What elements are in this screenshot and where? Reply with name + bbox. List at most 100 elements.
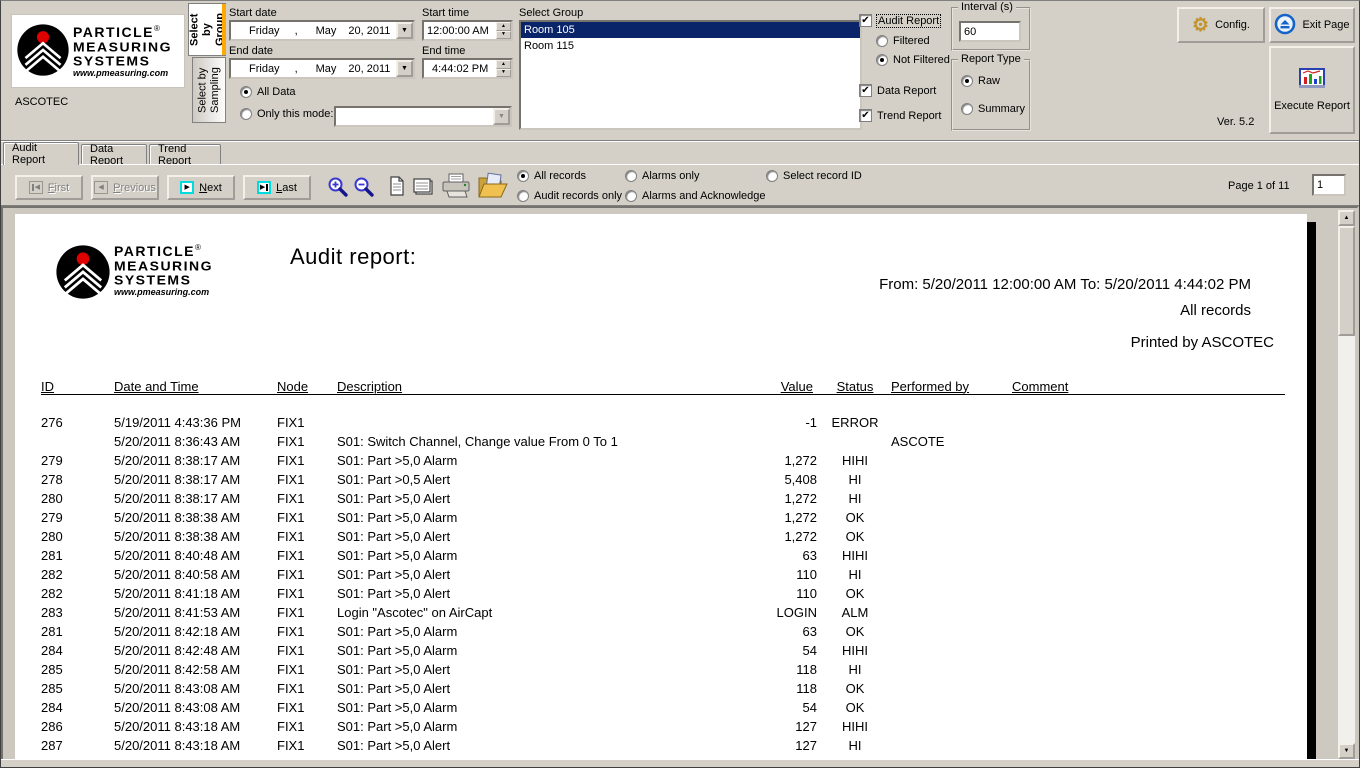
cell-description: S01: Part >0,5 Alert [337, 470, 741, 489]
spin-down-icon: ▼ [501, 70, 506, 75]
data-report-checkbox[interactable]: ✔ Data Report [859, 84, 936, 97]
cell-date-time: 5/20/2011 8:38:17 AM [114, 451, 277, 470]
start-date-dropdown-button[interactable]: ▼ [396, 22, 413, 39]
page-number-input[interactable] [1312, 174, 1346, 196]
raw-radio[interactable]: Raw [961, 75, 1000, 87]
only-this-mode-dropdown-button[interactable]: ▼ [493, 108, 510, 125]
next-page-button[interactable]: ▶ Next [167, 175, 235, 200]
logged-in-user: ASCOTEC [15, 96, 68, 108]
spin-down-button[interactable]: ▼ [496, 31, 511, 40]
trend-report-label: Trend Report [877, 110, 941, 122]
cell-value: -1 [741, 413, 819, 432]
scroll-down-button[interactable]: ▼ [1338, 743, 1355, 759]
select-group-list[interactable]: Room 105Room 115 [519, 20, 862, 130]
cell-comment [1012, 565, 1285, 584]
only-this-mode-combo[interactable]: ▼ [334, 106, 512, 127]
trend-report-checkbox[interactable]: ✔ Trend Report [859, 109, 941, 122]
interval-input[interactable] [959, 21, 1021, 42]
cell-id: 284 [41, 641, 114, 660]
vertical-scrollbar[interactable]: ▲ ▼ [1338, 210, 1355, 759]
exit-page-label: Exit Page [1302, 19, 1349, 31]
cell-value: 127 [741, 736, 819, 755]
exit-page-button[interactable]: Exit Page [1269, 7, 1355, 43]
start-date-dayyear: 20, 2011 [348, 25, 390, 37]
open-folder-icon[interactable] [477, 171, 509, 204]
table-row: 2875/20/2011 8:43:18 AMFIX1S01: Part >5,… [41, 736, 1285, 755]
cell-comment [1012, 660, 1285, 679]
spin-up-button[interactable]: ▲ [496, 60, 511, 69]
logo-line-2: MEASURING [114, 260, 213, 273]
spacer-row [41, 394, 1285, 413]
cell-id: 281 [41, 546, 114, 565]
spin-down-button[interactable]: ▼ [496, 69, 511, 78]
only-this-mode-radio[interactable]: Only this mode: [240, 108, 333, 120]
multi-page-view-icon[interactable] [413, 178, 433, 198]
select-record-id-radio[interactable]: Select record ID [766, 170, 862, 182]
audit-report-checkbox[interactable]: ✔ Audit Report [859, 14, 940, 27]
spin-up-icon: ▲ [501, 24, 506, 29]
cell-status: HIHI [819, 641, 891, 660]
filtered-radio[interactable]: Filtered [876, 35, 930, 47]
previous-page-button[interactable]: ◀ Previous [91, 175, 159, 200]
cell-value: LOGIN [741, 603, 819, 622]
cell-node: FIX1 [277, 660, 337, 679]
spin-up-button[interactable]: ▲ [496, 22, 511, 31]
cell-performed-by [891, 489, 1012, 508]
cell-performed-by [891, 641, 1012, 660]
not-filtered-radio[interactable]: Not Filtered [876, 54, 950, 66]
tab-data-report[interactable]: Data Report [81, 144, 147, 164]
side-tab-select-by-sampling[interactable]: Select by Sampling [192, 57, 226, 123]
end-date-month: May [316, 63, 337, 75]
first-icon: ◀ [29, 181, 43, 194]
list-item-group[interactable]: Room 105 [521, 22, 860, 38]
cell-comment [1012, 736, 1285, 755]
cell-node: FIX1 [277, 679, 337, 698]
summary-radio[interactable]: Summary [961, 103, 1025, 115]
zoom-out-icon[interactable] [353, 176, 375, 201]
end-time-field[interactable]: 4:44:02 PM ▲ ▼ [422, 58, 513, 79]
end-date-dropdown-button[interactable]: ▼ [396, 60, 413, 77]
last-page-button[interactable]: ▶ Last [243, 175, 311, 200]
tab-audit-report[interactable]: Audit Report [3, 142, 79, 165]
single-page-view-icon[interactable] [389, 176, 405, 199]
start-date-combo[interactable]: Friday , May 20, 2011 ▼ [229, 20, 415, 41]
col-header-status: Status [819, 374, 891, 394]
cell-description: S01: Part >5,0 Alarm [337, 508, 741, 527]
cell-performed-by [891, 527, 1012, 546]
report-toolbar: ◀ First ◀ Previous ▶ Next ▶ Last [1, 164, 1359, 206]
tab-trend-report[interactable]: Trend Report [149, 144, 221, 164]
data-report-label: Data Report [877, 85, 936, 97]
cell-node: FIX1 [277, 451, 337, 470]
cell-performed-by [891, 470, 1012, 489]
scroll-up-button[interactable]: ▲ [1338, 210, 1355, 226]
first-page-button[interactable]: ◀ First [15, 175, 83, 200]
list-item-group[interactable]: Room 115 [521, 38, 860, 54]
cell-performed-by [891, 584, 1012, 603]
cell-comment [1012, 470, 1285, 489]
start-time-field[interactable]: 12:00:00 AM ▲ ▼ [422, 20, 513, 41]
cell-performed-by [891, 508, 1012, 527]
pms-logo-icon [16, 23, 70, 80]
radio-icon [625, 190, 637, 202]
end-date-combo[interactable]: Friday , May 20, 2011 ▼ [229, 58, 415, 79]
zoom-in-icon[interactable] [327, 176, 349, 201]
all-data-radio[interactable]: All Data [240, 86, 296, 98]
cell-description [337, 413, 741, 432]
execute-report-button[interactable]: Execute Report [1269, 46, 1355, 134]
cell-value: 1,272 [741, 489, 819, 508]
config-button[interactable]: ⚙ Config. [1177, 7, 1265, 43]
cell-value: 54 [741, 641, 819, 660]
alarms-and-acknowledge-label: Alarms and Acknowledge [642, 190, 766, 202]
cell-date-time: 5/20/2011 8:43:18 AM [114, 736, 277, 755]
cell-id: 284 [41, 698, 114, 717]
check-icon: ✔ [861, 86, 869, 96]
print-icon[interactable] [441, 173, 471, 203]
all-records-radio[interactable]: All records [517, 170, 586, 182]
cell-status: HI [819, 660, 891, 679]
side-tab-select-by-group[interactable]: Select by Group [188, 3, 226, 56]
col-header-description: Description [337, 374, 741, 394]
scrollbar-thumb[interactable] [1338, 226, 1355, 336]
alarms-and-acknowledge-radio[interactable]: Alarms and Acknowledge [625, 190, 766, 202]
audit-records-only-radio[interactable]: Audit records only [517, 190, 622, 202]
alarms-only-radio[interactable]: Alarms only [625, 170, 699, 182]
